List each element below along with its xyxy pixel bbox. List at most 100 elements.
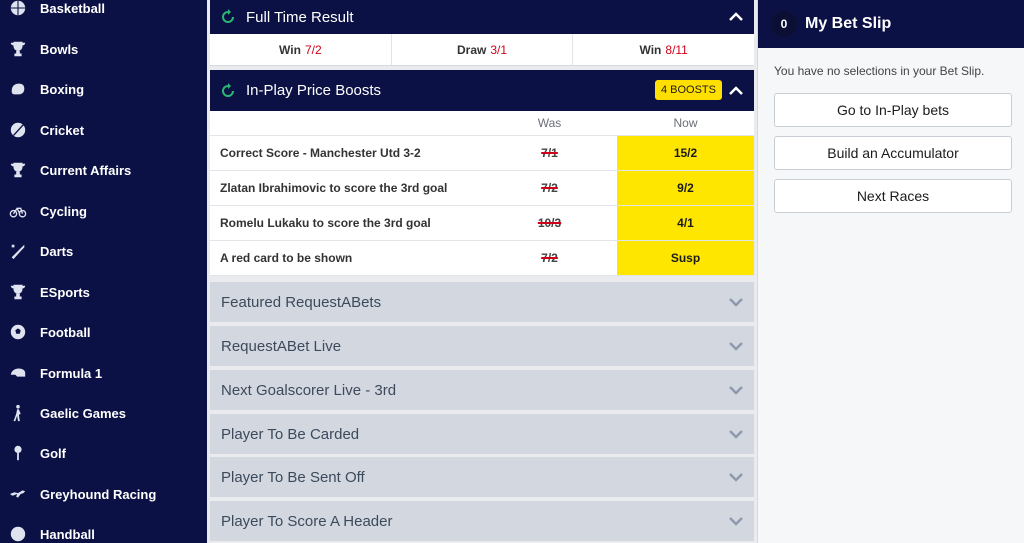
- bet-slip-header: 0 My Bet Slip: [758, 0, 1024, 48]
- market-title: RequestABet Live: [221, 337, 342, 355]
- refresh-icon: [222, 82, 234, 97]
- table-header: Was Now: [210, 111, 754, 136]
- sidebar-item-label: Formula 1: [40, 365, 103, 381]
- sidebar-item-cycling[interactable]: Cycling: [0, 191, 207, 231]
- sidebar-item-label: Current Affairs: [40, 162, 132, 178]
- basketball-icon: [8, 0, 28, 18]
- market-title: Featured RequestABets: [221, 293, 382, 311]
- now-odds-button[interactable]: 4/1: [617, 206, 754, 240]
- sidebar-item-label: Football: [40, 324, 91, 340]
- in-play-bets-button[interactable]: Go to In-Play bets: [774, 93, 1012, 127]
- trophy-icon: [8, 282, 28, 302]
- table-row: Romelu Lukaku to score the 3rd goal 10/3…: [210, 206, 754, 241]
- sidebar-item-label: Greyhound Racing: [40, 486, 157, 502]
- selection-label: Correct Score - Manchester Utd 3-2: [220, 146, 421, 160]
- market-player-carded[interactable]: Player To Be Carded: [210, 414, 754, 454]
- sidebar-item-gaelic-games[interactable]: Gaelic Games: [0, 393, 207, 433]
- chevron-down-icon: [729, 386, 743, 395]
- sidebar-item-current-affairs[interactable]: Current Affairs: [0, 150, 207, 190]
- market-featured-requestabets[interactable]: Featured RequestABets: [210, 282, 754, 322]
- bicycle-icon: [8, 201, 28, 221]
- market-list: Full Time Result Win 7/2 Draw 3/1 Win 8/…: [210, 0, 755, 543]
- sidebar-item-label: Cycling: [40, 203, 87, 219]
- market-title: Player To Be Sent Off: [221, 468, 365, 486]
- market-title: Next Goalscorer Live - 3rd: [221, 381, 397, 399]
- market-player-sent-off[interactable]: Player To Be Sent Off: [210, 457, 754, 497]
- selection-count-badge: 0: [771, 11, 797, 37]
- price-boosts-header[interactable]: In-Play Price Boosts 4 BOOSTS: [210, 70, 754, 111]
- outcome-odds: 8/11: [665, 42, 688, 57]
- table-row: Zlatan Ibrahimovic to score the 3rd goal…: [210, 171, 754, 206]
- sidebar-item-golf[interactable]: Golf: [0, 433, 207, 473]
- outcome-home-win[interactable]: Win 7/2: [210, 34, 392, 65]
- chevron-down-icon: [729, 517, 743, 526]
- sidebar-item-greyhound-racing[interactable]: Greyhound Racing: [0, 474, 207, 514]
- cricket-ball-icon: [8, 120, 28, 140]
- selection-label: A red card to be shown: [220, 251, 353, 265]
- sidebar-item-esports[interactable]: ESports: [0, 272, 207, 312]
- outcome-odds: 3/1: [490, 42, 508, 57]
- selection-label: Romelu Lukaku to score the 3rd goal: [220, 216, 431, 230]
- column-now: Now: [673, 116, 698, 130]
- sidebar-item-formula-1[interactable]: Formula 1: [0, 353, 207, 393]
- was-odds: 7/2: [541, 251, 558, 265]
- sidebar-item-basketball[interactable]: Basketball: [0, 0, 207, 28]
- selection-label: Zlatan Ibrahimovic to score the 3rd goal: [220, 181, 448, 195]
- sidebar-item-label: Handball: [40, 526, 95, 542]
- boxing-glove-icon: [8, 79, 28, 99]
- outcome-label: Draw: [456, 42, 487, 57]
- athlete-icon: [8, 403, 28, 423]
- market-requestabet-live[interactable]: RequestABet Live: [210, 326, 754, 366]
- sidebar-item-label: Basketball: [40, 0, 106, 16]
- panel-title: Full Time Result: [246, 8, 354, 26]
- sidebar-item-label: Darts: [40, 243, 74, 259]
- market-player-score-header[interactable]: Player To Score A Header: [210, 501, 754, 541]
- table-row: A red card to be shown 7/2 Susp: [210, 241, 754, 276]
- sidebar-item-label: ESports: [40, 284, 90, 300]
- refresh-icon: [222, 9, 234, 23]
- football-icon: [8, 322, 28, 342]
- chevron-down-icon: [729, 298, 743, 307]
- market-next-goalscorer[interactable]: Next Goalscorer Live - 3rd: [210, 370, 754, 410]
- golf-icon: [8, 443, 28, 463]
- sidebar-item-handball[interactable]: Handball: [0, 514, 207, 543]
- was-odds: 10/3: [537, 216, 562, 230]
- was-odds: 7/2: [541, 181, 558, 195]
- outcome-draw[interactable]: Draw 3/1: [392, 34, 574, 65]
- full-time-result-header[interactable]: Full Time Result: [210, 0, 754, 34]
- build-accumulator-button[interactable]: Build an Accumulator: [774, 136, 1012, 170]
- outcome-label: Win: [279, 42, 301, 57]
- next-races-button[interactable]: Next Races: [774, 179, 1012, 213]
- greyhound-icon: [8, 484, 28, 504]
- now-odds-button[interactable]: 15/2: [617, 136, 754, 170]
- market-title: Player To Score A Header: [221, 512, 393, 530]
- boost-count-badge: 4 BOOSTS: [654, 80, 722, 100]
- panel-title: In-Play Price Boosts: [246, 82, 382, 99]
- empty-slip-message: You have no selections in your Bet Slip.: [774, 64, 985, 78]
- bet-slip: 0 My Bet Slip You have no selections in …: [757, 0, 1024, 543]
- sidebar-item-label: Golf: [40, 445, 66, 461]
- sidebar-item-label: Boxing: [40, 81, 85, 97]
- trophy-icon: [8, 39, 28, 59]
- full-time-outcomes: Win 7/2 Draw 3/1 Win 8/11: [210, 34, 754, 66]
- sidebar-item-football[interactable]: Football: [0, 312, 207, 352]
- sidebar-item-cricket[interactable]: Cricket: [0, 110, 207, 150]
- sidebar-item-bowls[interactable]: Bowls: [0, 29, 207, 69]
- darts-icon: [8, 241, 28, 261]
- racing-helmet-icon: [8, 363, 28, 383]
- chevron-down-icon: [729, 342, 743, 351]
- now-odds-button[interactable]: 9/2: [617, 171, 754, 205]
- chevron-up-icon[interactable]: [728, 83, 744, 99]
- chevron-up-icon[interactable]: [728, 9, 744, 25]
- sidebar-item-boxing[interactable]: Boxing: [0, 69, 207, 109]
- outcome-label: Win: [639, 42, 662, 57]
- column-was: Was: [537, 116, 562, 130]
- outcome-away-win[interactable]: Win 8/11: [573, 34, 754, 65]
- sidebar-item-label: Gaelic Games: [40, 405, 126, 421]
- outcome-odds: 7/2: [304, 42, 322, 57]
- now-odds-button[interactable]: Susp: [617, 241, 754, 275]
- table-row: Correct Score - Manchester Utd 3-2 7/1 1…: [210, 136, 754, 171]
- sidebar-item-darts[interactable]: Darts: [0, 231, 207, 271]
- sidebar-item-label: Cricket: [40, 122, 85, 138]
- sports-sidebar: Basketball Bowls Boxing Cricket Current …: [0, 0, 207, 543]
